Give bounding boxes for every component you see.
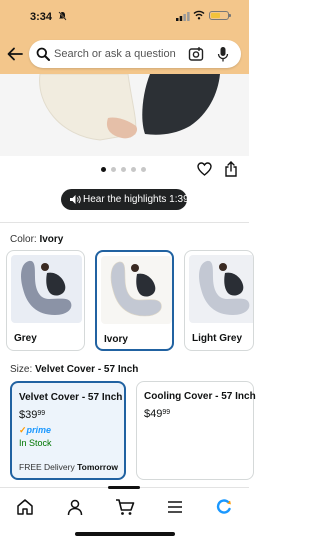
size-selected-value: Velvet Cover - 57 Inch (35, 364, 139, 375)
color-option-name: Light Grey (192, 333, 243, 344)
account-icon[interactable] (66, 498, 84, 516)
carousel-dot[interactable] (101, 167, 106, 172)
home-icon[interactable] (16, 498, 34, 516)
price-fraction: 99 (37, 410, 46, 417)
color-label: Color: Ivory (10, 234, 63, 245)
color-label-text: Color: (10, 234, 37, 245)
size-option-velvet[interactable]: Velvet Cover - 57 Inch $3999 ✓prime In S… (10, 381, 126, 480)
microphone-icon[interactable] (217, 46, 229, 63)
search-bar[interactable]: Search or ask a question (29, 40, 241, 68)
price-whole: $39 (19, 409, 38, 421)
swatch-image (101, 256, 172, 324)
prime-check-icon: ✓ (19, 425, 27, 435)
share-icon[interactable] (224, 161, 238, 177)
size-label-text: Size: (10, 364, 33, 375)
color-option-ivory[interactable]: Ivory (95, 250, 174, 351)
camera-scan-icon[interactable] (188, 46, 204, 62)
color-option-name: Ivory (104, 334, 128, 345)
color-option-name: Grey (14, 333, 37, 344)
back-arrow-icon[interactable] (7, 47, 23, 61)
color-selected-value: Ivory (39, 234, 64, 245)
size-option-cooling[interactable]: Cooling Cover - 57 Inch $4999 (136, 381, 256, 480)
size-option-title: Velvet Cover - 57 Inch (19, 392, 123, 403)
cart-icon[interactable] (115, 498, 135, 516)
rufus-ai-icon[interactable] (215, 498, 233, 516)
cellular-signal-icon (176, 12, 190, 21)
price-fraction: 99 (162, 409, 171, 416)
search-input[interactable]: Search or ask a question (54, 48, 176, 60)
swatch-image (189, 255, 253, 323)
stock-status: In Stock (19, 438, 52, 448)
hear-highlights-label: Hear the highlights 1:39 (83, 194, 189, 205)
section-divider (0, 222, 249, 223)
size-option-price: $3999 (19, 409, 45, 421)
carousel-dots (101, 167, 146, 173)
battery-icon (209, 11, 231, 20)
delivery-info: FREE Delivery Tomorrow (19, 462, 118, 472)
price-whole: $49 (144, 408, 163, 420)
home-indicator (75, 532, 175, 536)
menu-icon[interactable] (166, 498, 184, 516)
carousel-dot[interactable] (141, 167, 146, 172)
bell-off-icon (58, 11, 67, 23)
carousel-dot[interactable] (121, 167, 126, 172)
status-time: 3:34 (30, 11, 53, 23)
header: 3:34 Search or ask a question (0, 0, 249, 74)
size-label: Size: Velvet Cover - 57 Inch (10, 364, 138, 375)
prime-label: prime (26, 425, 52, 435)
swatch-image (11, 255, 82, 323)
speaker-icon (70, 195, 81, 204)
prime-badge: ✓prime (19, 425, 51, 436)
heart-icon[interactable] (197, 162, 212, 176)
color-option-grey[interactable]: Grey (6, 250, 85, 351)
active-tab-indicator (108, 486, 140, 489)
carousel-dot[interactable] (131, 167, 136, 172)
carousel-dot[interactable] (111, 167, 116, 172)
hear-highlights-button[interactable]: Hear the highlights 1:39 (61, 189, 189, 210)
size-option-title: Cooling Cover - 57 Inch (144, 391, 256, 402)
size-option-price: $4999 (144, 408, 170, 420)
wifi-icon (193, 10, 205, 20)
delivery-prefix: FREE Delivery (19, 462, 75, 472)
product-image[interactable] (0, 74, 249, 156)
status-bar: 3:34 (0, 0, 249, 32)
search-icon (36, 47, 50, 61)
color-option-light-grey[interactable]: Light Grey (184, 250, 254, 351)
delivery-day: Tomorrow (77, 462, 119, 472)
